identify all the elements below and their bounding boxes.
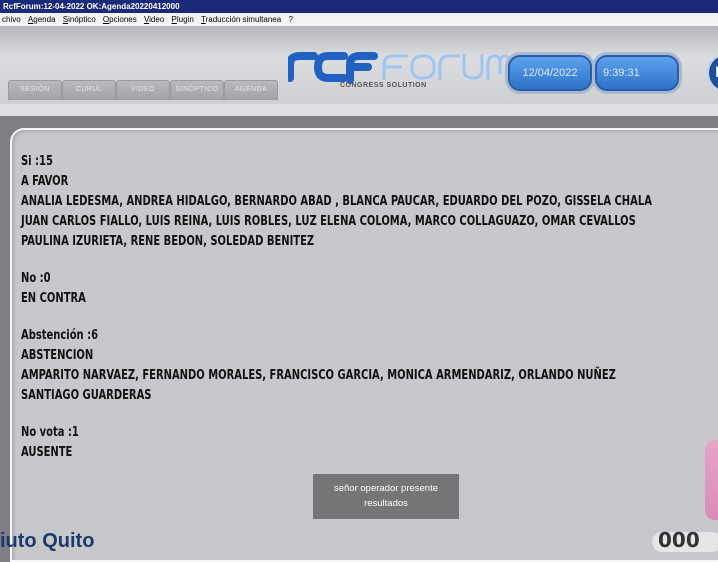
vote-results: Si :15 A FAVOR ANALIA LEDESMA, ANDREA HI… [21, 151, 718, 462]
tab-sesion[interactable]: SESIÓN [8, 80, 62, 100]
menu-item-sinoptico[interactable]: Sinóptico [63, 13, 96, 26]
no-vota-description: AUSENTE [21, 444, 73, 460]
tab-agenda[interactable]: AGENDA [224, 80, 278, 100]
menu-item-video[interactable]: Video [144, 13, 164, 26]
si-description: A FAVOR [21, 173, 69, 189]
si-names-line: JUAN CARLOS FIALLO, LUIS REINA, LUIS ROB… [21, 213, 636, 229]
abstencion-names-line: AMPARITO NARVAEZ, FERNANDO MORALES, FRAN… [21, 367, 616, 383]
menu-item-agenda[interactable]: Agenda [28, 13, 56, 26]
menu-bar: chivo Agenda Sinóptico Opciones Video Pl… [0, 13, 718, 26]
time-display: 9:39:31 [595, 55, 679, 91]
si-names-line: PAULINA IZURIETA, RENE BEDON, SOLEDAD BE… [21, 233, 315, 249]
menu-item-opciones[interactable]: Opciones [103, 13, 137, 26]
logo-subtitle: CONGRESS SOLUTION [340, 82, 427, 89]
menu-item-archivo[interactable]: chivo [2, 13, 21, 26]
date-display: 12/04/2022 [508, 55, 592, 91]
window-title: RcfForum:12-04-2022 OK:Agenda20220412000 [0, 0, 718, 13]
toast-line: resultados [364, 498, 408, 509]
menu-item-traduccion[interactable]: Traducción simultanea [201, 13, 281, 26]
no-vota-count: No vota :1 [21, 424, 79, 440]
tab-curul[interactable]: CURUL [62, 80, 116, 100]
si-count: Si :15 [21, 153, 53, 169]
si-names-line: ANALIA LEDESMA, ANDREA HIDALGO, BERNARDO… [21, 193, 652, 209]
abstencion-names-line: SANTIAGO GUARDERAS [21, 387, 152, 403]
rcf-forum-logo [288, 52, 510, 84]
tab-sinoptico[interactable]: SINÓPTICO [170, 80, 224, 100]
tab-video[interactable]: VIDEO [116, 80, 170, 100]
no-description: EN CONTRA [21, 290, 86, 306]
video-overlay-person [705, 440, 718, 520]
abstencion-count: Abstención :6 [21, 327, 99, 343]
abstencion-description: ABSTENCION [21, 347, 94, 363]
overlay-caption-right: 000 [652, 530, 718, 552]
toast-line: señor operador presente [333, 483, 439, 494]
header-divider [0, 104, 718, 116]
menu-item-plugin[interactable]: Plugin [172, 13, 194, 26]
menu-item-help[interactable]: ? [288, 13, 292, 26]
no-count: No :0 [21, 270, 51, 286]
operator-toast: señor operador presente resultados [313, 474, 459, 519]
